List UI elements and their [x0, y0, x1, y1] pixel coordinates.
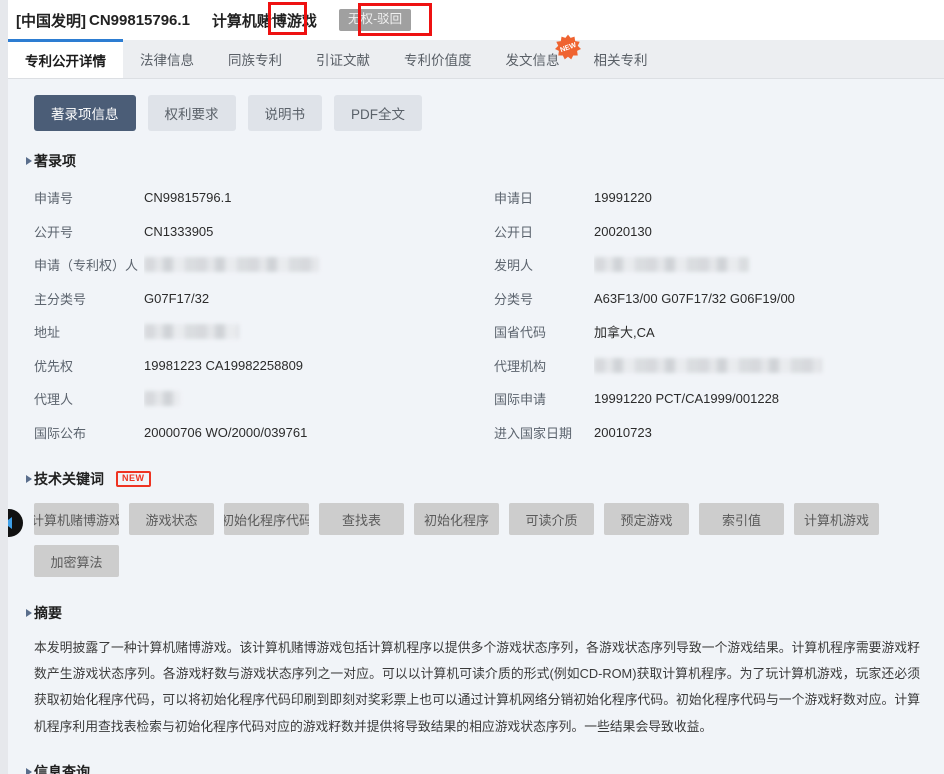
tab-related-patents[interactable]: 相关专利 — [577, 40, 665, 78]
bib-value-2-right — [594, 248, 934, 282]
tab-patent-value[interactable]: 专利价值度 — [387, 40, 489, 78]
tab-label: 专利公开详情 — [25, 54, 106, 69]
section-header-bibliographic[interactable]: 著录项 — [26, 151, 944, 171]
bib-label-1-right: 公开日 — [494, 224, 534, 240]
section-header-abstract[interactable]: 摘要 — [26, 603, 944, 623]
keyword-chip-list: 计算机赌博游戏 游戏状态 初始化程序代码 查找表 初始化程序 可读介质 预定游戏 索引值 计算机… — [8, 493, 944, 577]
keyword-chip[interactable]: 计算机游戏 — [794, 503, 879, 535]
bib-label-3-left: 主分类号 — [34, 291, 87, 307]
bib-value-2-left — [144, 248, 494, 282]
section-title: 技术关键词 — [34, 471, 104, 487]
tab-label: 法律信息 — [140, 53, 194, 68]
subtab-label: 说明书 — [264, 107, 306, 122]
bib-label-3-right: 分类号 — [494, 291, 534, 307]
triangle-right-icon — [26, 609, 32, 617]
bib-value-4-right: 加拿大,CA — [594, 325, 655, 341]
bib-value-7-right: 20010723 — [594, 424, 652, 440]
keyword-chip[interactable]: 初始化程序 — [414, 503, 499, 535]
keyword-chip[interactable]: 预定游戏 — [604, 503, 689, 535]
keyword-chip[interactable]: 索引值 — [699, 503, 784, 535]
tab-label: 同族专利 — [228, 53, 282, 68]
bib-label-7-left: 国际公布 — [34, 425, 87, 441]
bib-label-6-right: 国际申请 — [494, 392, 547, 408]
section-title: 摘要 — [34, 605, 62, 621]
subtab-pdf-fulltext[interactable]: PDF全文 — [334, 95, 422, 131]
subtab-description[interactable]: 说明书 — [247, 95, 322, 131]
keyword-chip[interactable]: 加密算法 — [34, 545, 119, 577]
bib-label-2-left: 申请（专利权）人 — [34, 258, 139, 274]
tab-label: 发文信息 — [505, 53, 560, 68]
keyword-chip[interactable]: 初始化程序代码 — [224, 503, 309, 535]
section-header-keywords[interactable]: 技术关键词 NEW — [26, 469, 944, 489]
bib-label-4-left: 地址 — [34, 325, 61, 341]
tab-label: 引证文献 — [316, 53, 370, 68]
patent-application-number: CN99815796.1 — [89, 11, 190, 29]
keyword-chip[interactable]: 可读介质 — [509, 503, 594, 535]
bib-label-5-left: 优先权 — [34, 358, 74, 374]
bib-value-0-left: CN99815796.1 — [144, 190, 232, 206]
section-title: 著录项 — [34, 153, 76, 169]
tab-legal-info[interactable]: 法律信息 — [123, 40, 211, 78]
bib-value-5-left: 19981223 CA19982258809 — [144, 357, 304, 373]
redacted-value — [144, 391, 180, 407]
bib-label-5-right: 代理机构 — [494, 358, 547, 374]
keyword-chip[interactable]: 游戏状态 — [129, 503, 214, 535]
bib-label-6-left: 代理人 — [34, 392, 74, 408]
subtab-label: 权利要求 — [164, 107, 219, 122]
triangle-right-icon — [26, 767, 32, 774]
main-tab-bar: 专利公开详情 法律信息 同族专利 引证文献 专利价值度 发文信息 NEW 相关专… — [8, 34, 944, 79]
bib-value-3-right: A63F13/00 G07F17/32 G06F19/00 — [594, 290, 795, 306]
subtab-label: 著录项信息 — [51, 107, 119, 122]
redacted-value — [594, 357, 822, 373]
status-badge: 无权-驳回 — [338, 9, 412, 31]
bib-value-7-left: 20000706 WO/2000/039761 — [144, 424, 308, 440]
tab-dispatch-info[interactable]: 发文信息 NEW — [489, 34, 581, 78]
bib-value-1-left: CN1333905 — [144, 223, 214, 239]
bib-value-3-left: G07F17/32 — [144, 290, 210, 306]
bib-value-5-right — [594, 349, 934, 383]
bibliographic-table: 申请号 CN99815796.1 申请日 19991220 公开号 CN1333905 公开… — [8, 181, 944, 449]
page-title: 计算机赌博游戏 — [211, 12, 317, 30]
bib-value-4-left — [144, 315, 494, 349]
section-title: 信息查询 — [34, 763, 90, 774]
new-badge: NEW — [116, 471, 151, 487]
redacted-value — [144, 257, 319, 273]
bib-value-6-left — [144, 382, 494, 416]
triangle-right-icon — [26, 475, 32, 483]
left-rail — [0, 0, 8, 774]
bib-label-7-right: 进入国家日期 — [494, 425, 573, 441]
tab-label: 相关专利 — [593, 53, 648, 68]
bib-label-2-right: 发明人 — [494, 258, 534, 274]
redacted-value — [594, 257, 749, 273]
tab-citations[interactable]: 引证文献 — [299, 40, 387, 78]
bib-value-6-right: 19991220 PCT/CA1999/001228 — [594, 391, 780, 407]
bib-label-0-right: 申请日 — [494, 191, 534, 207]
bib-value-1-right: 20020130 — [594, 223, 652, 239]
tab-family-patents[interactable]: 同族专利 — [211, 40, 299, 78]
tab-label: 专利价值度 — [404, 53, 472, 68]
tab-patent-publication-detail[interactable]: 专利公开详情 — [8, 39, 123, 78]
patent-kind-label: [中国发明] — [16, 12, 86, 30]
bib-label-1-left: 公开号 — [34, 224, 74, 240]
content-panel: 著录项信息 权利要求 说明书 PDF全文 著录项 申请号 CN99815796.1… — [8, 79, 944, 774]
keyword-chip[interactable]: 查找表 — [319, 503, 404, 535]
abstract-text: 本发明披露了一种计算机赌博游戏。该计算机赌博游戏包括计算机程序以提供多个游戏状态… — [34, 640, 920, 734]
subtab-bibliographic-info[interactable]: 著录项信息 — [34, 95, 136, 131]
redacted-value — [144, 324, 239, 340]
page-header: [中国发明] CN99815796.1 计算机赌博游戏 无权-驳回 — [8, 0, 944, 40]
bib-label-4-right: 国省代码 — [494, 325, 547, 341]
section-header-info-query[interactable]: 信息查询 — [26, 762, 944, 774]
sub-tab-bar: 著录项信息 权利要求 说明书 PDF全文 — [8, 79, 944, 131]
bib-label-0-left: 申请号 — [34, 191, 74, 207]
chevron-left-icon — [8, 517, 12, 529]
bib-value-0-right: 19991220 — [594, 190, 652, 206]
subtab-label: PDF全文 — [351, 107, 405, 122]
subtab-claims[interactable]: 权利要求 — [147, 95, 236, 131]
keyword-chip[interactable]: 计算机赌博游戏 — [34, 503, 119, 535]
patent-detail-page: [中国发明] CN99815796.1 计算机赌博游戏 无权-驳回 专利公开详情… — [0, 0, 944, 774]
triangle-right-icon — [26, 157, 32, 165]
